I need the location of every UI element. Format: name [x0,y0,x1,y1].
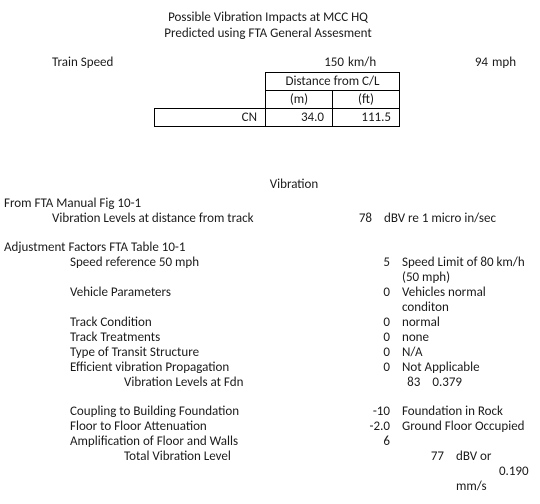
vib-dist-label: Vibration Levels at distance from track [4,211,312,226]
factor-value: 0 [330,345,402,360]
factor-note: normal [402,315,532,330]
train-speed-kmh-unit: km/h [344,55,398,70]
vib-dist-value: 78 [312,211,384,226]
factor-note: Not Applicable [402,360,532,375]
vib-fdn-label: Vibration Levels at Fdn [4,375,365,390]
fta-source: From FTA Manual Fig 10-1 [4,196,532,211]
factor-note: Foundation in Rock [402,404,532,419]
factor-value: 0 [330,315,402,330]
factor-note: Speed Limit of 80 km/h (50 mph) [402,255,532,285]
factor-label: Type of Transit Structure [4,345,330,360]
total-note: dBV or 0.190 mm/s [456,449,532,494]
total-label: Total Vibration Level [4,449,384,464]
factor-label: Amplification of Floor and Walls [4,434,330,449]
factor-label: Track Treatments [4,330,330,345]
adj-factors-header: Adjustment Factors FTA Table 10-1 [4,240,532,255]
vib-fdn-extra: 0.379 [432,375,532,390]
train-speed-kmh: 150 [324,55,344,70]
vibration-header: Vibration [264,177,324,192]
factor-value: -10 [330,404,402,419]
distance-header: Distance from C/L [266,73,400,91]
factor-note: N/A [402,345,532,360]
factor-label: Vehicle Parameters [4,285,330,300]
total-value: 77 [384,449,456,464]
vib-dist-note: dBV re 1 micro in/sec [384,211,532,226]
factor-value: 0 [330,330,402,345]
distance-m-value: 34.0 [266,109,333,127]
factor-note: Vehicles normal conditon [402,285,532,315]
factor-label: Speed reference 50 mph [4,255,330,270]
factor-label: Efficient vibration Propagation [4,360,330,375]
factor-note: Ground Floor Occupied [402,419,532,434]
factor-value: 0 [330,285,402,300]
factor-label: Track Condition [4,315,330,330]
distance-ft-value: 111.5 [333,109,400,127]
factor-note: none [402,330,532,345]
distance-col-ft: (ft) [333,91,400,109]
factor-value: -2.0 [330,419,402,434]
factor-value: 6 [330,434,402,449]
distance-row-label: CN [155,109,266,127]
factor-value: 0 [330,360,402,375]
vib-fdn-value: 83 [365,375,433,390]
train-speed-mph-unit: mph [488,55,516,70]
factor-label: Floor to Floor Attenuation [4,419,330,434]
factor-value: 5 [330,255,402,270]
train-speed-mph: 94 [475,55,488,70]
distance-table: Distance from C/L (m) (ft) CN 34.0 111.5 [154,72,400,127]
page-title: Possible Vibration Impacts at MCC HQ [4,10,532,25]
distance-col-m: (m) [266,91,333,109]
page-subtitle: Predicted using FTA General Assesment [4,26,532,41]
train-speed-label: Train Speed [4,55,284,70]
factor-label: Coupling to Building Foundation [4,404,330,419]
